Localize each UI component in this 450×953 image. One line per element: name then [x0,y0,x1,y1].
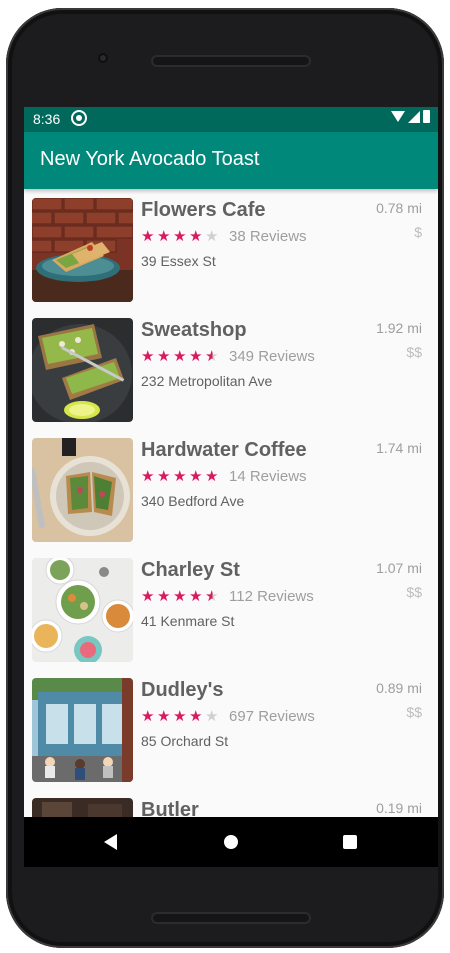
restaurant-distance: 0.89 mi [376,680,422,696]
star-full-icon: ★ [157,588,171,605]
front-camera [98,53,108,63]
star-full-icon: ★ [141,348,155,365]
star-full-icon: ★ [141,228,155,245]
recents-icon[interactable] [343,835,357,849]
restaurant-photo [32,318,133,422]
restaurant-address: 232 Metropolitan Ave [141,373,273,389]
star-half-icon: ★ [205,348,219,365]
star-full-icon: ★ [141,708,155,725]
star-full-icon: ★ [141,468,155,485]
restaurant-row[interactable]: Flowers Cafe ★ ★ ★ ★ ★ 38 Reviews 39 Ess… [24,189,438,309]
app-bar: New York Avocado Toast [24,132,438,189]
restaurant-photo [32,678,133,782]
review-count: 14 Reviews [229,468,307,485]
rating-stars: ★ ★ ★ ★ ★ [141,229,220,244]
review-count: 697 Reviews [229,708,315,725]
wifi-icon [391,111,405,122]
restaurant-address: 41 Kenmare St [141,613,235,629]
restaurant-name: Dudley's [141,679,224,701]
star-full-icon: ★ [157,708,171,725]
battery-icon [423,110,430,123]
star-empty-icon: ★ [205,708,219,725]
app-title: New York Avocado Toast [40,148,260,170]
restaurant-distance: 0.78 mi [376,200,422,216]
rating-stars: ★ ★ ★ ★ ★ [141,589,220,604]
restaurant-row[interactable]: Hardwater Coffee ★ ★ ★ ★ ★ 14 Reviews 34… [24,429,438,549]
status-bar: 8:36 [24,107,438,132]
navigation-bar [24,817,438,867]
rating-stars: ★ ★ ★ ★ ★ [141,709,220,724]
restaurant-price: $ [414,224,422,240]
status-icons [391,110,430,123]
review-count: 112 Reviews [229,588,314,605]
restaurant-distance: 0.19 mi [376,800,422,816]
star-full-icon: ★ [173,348,187,365]
restaurant-address: 39 Essex St [141,253,216,269]
star-full-icon: ★ [157,228,171,245]
restaurant-row[interactable]: Butler 0.19 mi [24,789,438,817]
restaurant-photo [32,438,133,542]
star-half-icon: ★ [205,588,219,605]
star-full-icon: ★ [141,588,155,605]
restaurant-name: Flowers Cafe [141,199,266,221]
sync-icon [71,110,87,126]
restaurant-photo [32,798,133,817]
restaurant-name: Charley St [141,559,240,581]
star-full-icon: ★ [189,708,203,725]
rating-stars: ★ ★ ★ ★ ★ [141,469,220,484]
restaurant-row[interactable]: Sweatshop ★ ★ ★ ★ ★ 349 Reviews 232 Metr… [24,309,438,429]
star-full-icon: ★ [205,468,219,485]
star-full-icon: ★ [173,228,187,245]
restaurant-price: $$ [406,584,422,600]
star-full-icon: ★ [173,708,187,725]
star-full-icon: ★ [189,588,203,605]
restaurant-photo [32,558,133,662]
rating-stars: ★ ★ ★ ★ ★ [141,349,220,364]
restaurant-price: $$ [406,344,422,360]
bottom-speaker [151,912,311,924]
signal-icon [408,110,420,123]
restaurant-distance: 1.07 mi [376,560,422,576]
restaurant-row[interactable]: Charley St ★ ★ ★ ★ ★ 112 Reviews 41 Kenm… [24,549,438,669]
restaurant-distance: 1.74 mi [376,440,422,456]
review-count: 38 Reviews [229,228,307,245]
restaurant-price: $$ [406,704,422,720]
star-full-icon: ★ [173,468,187,485]
review-count: 349 Reviews [229,348,315,365]
top-speaker [151,55,311,67]
restaurant-name: Hardwater Coffee [141,439,307,461]
device-screen: 8:36 New York Avocado Toast Flowers Cafe… [24,107,438,867]
home-icon[interactable] [224,835,238,849]
restaurant-name: Butler [141,799,199,817]
star-full-icon: ★ [157,348,171,365]
star-full-icon: ★ [173,588,187,605]
restaurant-name: Sweatshop [141,319,247,341]
back-icon[interactable] [104,834,117,850]
restaurant-address: 340 Bedford Ave [141,493,245,509]
restaurant-list[interactable]: Flowers Cafe ★ ★ ★ ★ ★ 38 Reviews 39 Ess… [24,189,438,817]
restaurant-photo [32,198,133,302]
restaurant-distance: 1.92 mi [376,320,422,336]
restaurant-address: 85 Orchard St [141,733,229,749]
star-empty-icon: ★ [205,228,219,245]
star-full-icon: ★ [189,348,203,365]
star-full-icon: ★ [157,468,171,485]
status-time: 8:36 [33,111,61,127]
restaurant-row[interactable]: Dudley's ★ ★ ★ ★ ★ 697 Reviews 85 Orchar… [24,669,438,789]
star-full-icon: ★ [189,468,203,485]
star-full-icon: ★ [189,228,203,245]
